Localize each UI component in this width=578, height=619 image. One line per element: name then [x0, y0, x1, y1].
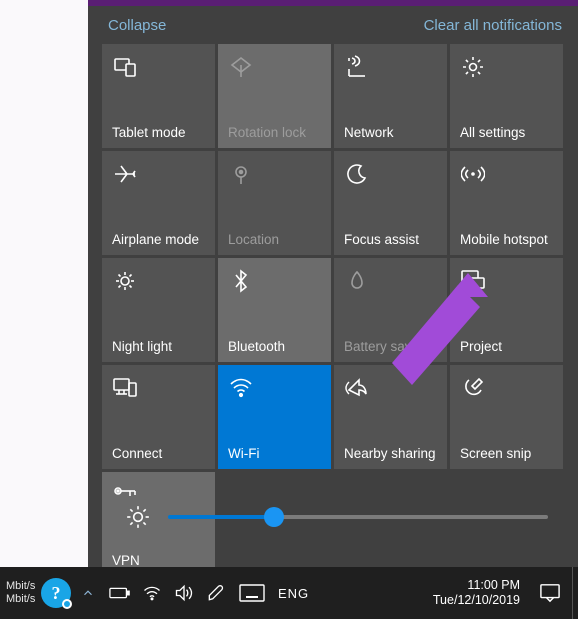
collapse-link[interactable]: Collapse	[108, 17, 166, 34]
tile-label: Project	[460, 339, 502, 354]
tile-project[interactable]: Project	[450, 258, 563, 362]
rotation-lock-icon	[228, 54, 254, 80]
clear-all-notifications-link[interactable]: Clear all notifications	[424, 17, 562, 34]
tile-label: Battery saver	[344, 339, 424, 354]
tile-label: All settings	[460, 125, 525, 140]
tile-night-light[interactable]: Night light	[102, 258, 215, 362]
tile-mobile-hotspot[interactable]: Mobile hotspot	[450, 151, 563, 255]
battery-saver-icon	[344, 268, 370, 294]
taskbar-wifi-icon[interactable]	[136, 567, 168, 619]
desktop-background-strip	[0, 0, 88, 567]
bluetooth-icon	[228, 268, 254, 294]
nearby-share-icon	[344, 375, 370, 401]
tile-label: Connect	[112, 446, 162, 461]
taskbar-language[interactable]: ENG	[272, 586, 315, 601]
moon-icon	[344, 161, 370, 187]
taskbar: Mbit/s Mbit/s ? ENG 11:00 PM Tue/12/10/2…	[0, 567, 578, 619]
brightness-row	[88, 497, 578, 537]
tile-all-settings[interactable]: All settings	[450, 44, 563, 148]
taskbar-touch-keyboard-icon[interactable]	[232, 567, 272, 619]
tablet-mode-icon	[112, 54, 138, 80]
slider-track-empty	[274, 515, 548, 519]
network-icon	[344, 54, 370, 80]
location-icon	[228, 161, 254, 187]
taskbar-volume-icon[interactable]	[168, 567, 200, 619]
settings-icon	[460, 54, 486, 80]
tile-label: Focus assist	[344, 232, 419, 247]
action-center-panel: Collapse Clear all notifications Tablet …	[88, 6, 578, 567]
night-light-icon	[112, 268, 138, 294]
tile-label: Wi-Fi	[228, 446, 259, 461]
airplane-icon	[112, 161, 138, 187]
tile-label: Mobile hotspot	[460, 232, 548, 247]
tile-label: Network	[344, 125, 394, 140]
tile-label: Nearby sharing	[344, 446, 436, 461]
taskbar-pen-icon[interactable]	[200, 567, 232, 619]
net-meter: Mbit/s Mbit/s	[0, 580, 40, 606]
slider-thumb[interactable]	[264, 507, 284, 527]
tile-location[interactable]: Location	[218, 151, 331, 255]
tile-network[interactable]: Network	[334, 44, 447, 148]
tile-label: Screen snip	[460, 446, 531, 461]
connect-icon	[112, 375, 138, 401]
help-badge-icon[interactable]: ?	[40, 567, 72, 619]
tile-battery-saver[interactable]: Battery saver	[334, 258, 447, 362]
tile-label: Bluetooth	[228, 339, 285, 354]
taskbar-battery-icon[interactable]	[104, 567, 136, 619]
project-icon	[460, 268, 486, 294]
tile-bluetooth[interactable]: Bluetooth	[218, 258, 331, 362]
tile-connect[interactable]: Connect	[102, 365, 215, 469]
tile-wifi[interactable]: Wi-Fi	[218, 365, 331, 469]
brightness-sun-icon	[118, 504, 158, 530]
show-desktop-button[interactable]	[572, 567, 578, 619]
tile-label: Night light	[112, 339, 172, 354]
brightness-slider[interactable]	[168, 515, 548, 519]
tile-screen-snip[interactable]: Screen snip	[450, 365, 563, 469]
tile-focus-assist[interactable]: Focus assist	[334, 151, 447, 255]
tile-tablet-mode[interactable]: Tablet mode	[102, 44, 215, 148]
hotspot-icon	[460, 161, 486, 187]
tile-rotation-lock[interactable]: Rotation lock	[218, 44, 331, 148]
tile-label: VPN	[112, 553, 140, 568]
tile-label: Tablet mode	[112, 125, 186, 140]
tile-label: Rotation lock	[228, 125, 306, 140]
screen-snip-icon	[460, 375, 486, 401]
tray-overflow-chevron-icon[interactable]	[72, 567, 104, 619]
taskbar-clock[interactable]: 11:00 PM Tue/12/10/2019	[425, 578, 528, 608]
tile-nearby-sharing[interactable]: Nearby sharing	[334, 365, 447, 469]
tile-airplane-mode[interactable]: Airplane mode	[102, 151, 215, 255]
tile-label: Airplane mode	[112, 232, 199, 247]
taskbar-action-center-icon[interactable]	[528, 567, 572, 619]
action-center-header: Collapse Clear all notifications	[88, 6, 578, 44]
wifi-icon	[228, 375, 254, 401]
tile-label: Location	[228, 232, 279, 247]
slider-track-filled	[168, 515, 274, 519]
